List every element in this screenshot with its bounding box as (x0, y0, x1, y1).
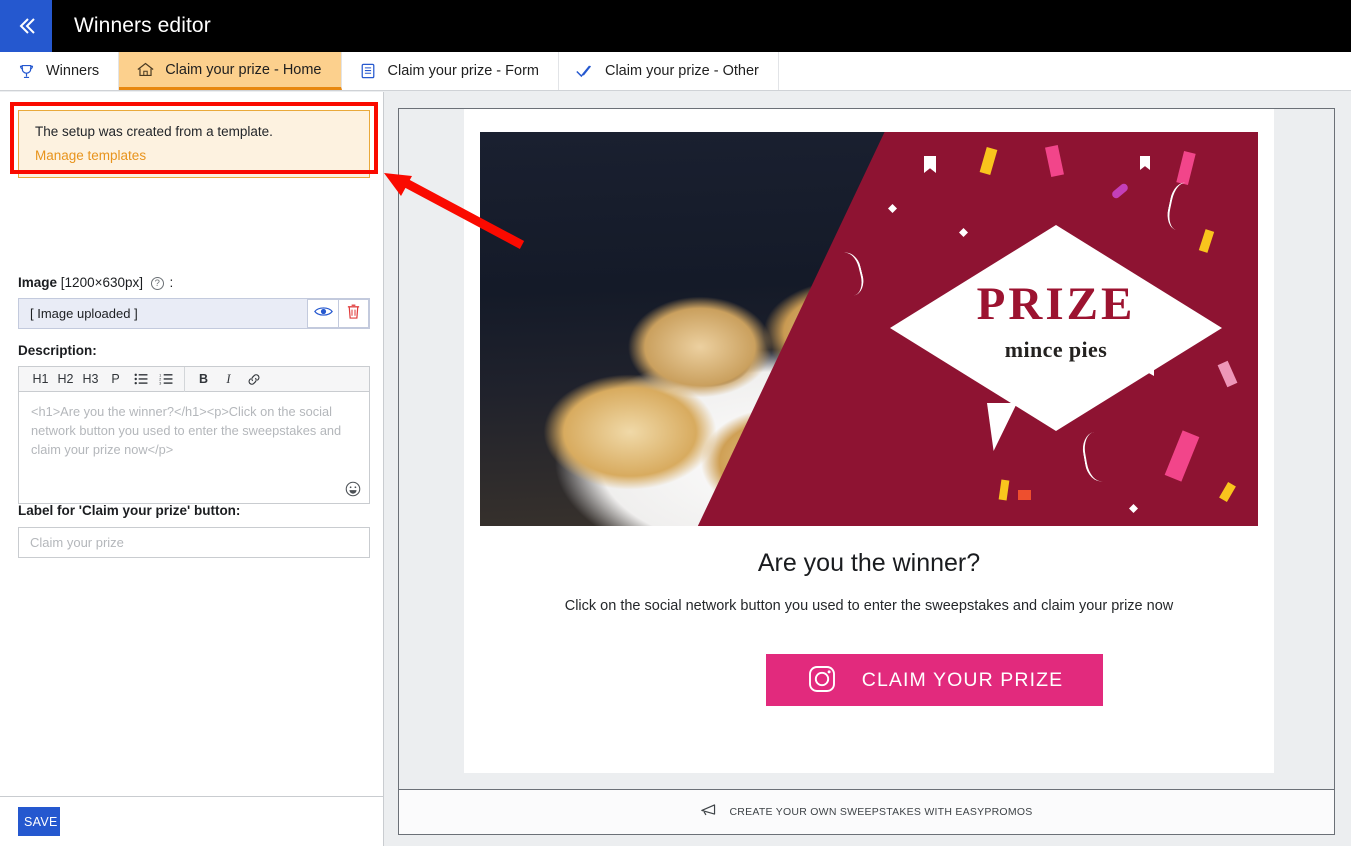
confetti-piece (1176, 151, 1196, 185)
prize-subtitle: mince pies (1004, 337, 1108, 362)
template-notice-text: The setup was created from a template. (35, 124, 273, 139)
tab-bar: Winners Claim your prize - Home Claim yo… (0, 52, 1351, 91)
description-editor: H1 H2 H3 P 1 2 3 B I <h1>Are you the win… (18, 366, 370, 504)
instagram-icon (806, 663, 838, 698)
description-label: Description: (18, 343, 97, 358)
format-bold-button[interactable]: B (191, 367, 216, 392)
footer-text: CREATE YOUR OWN SWEEPSTAKES WITH EASYPRO… (729, 806, 1033, 818)
tab-claim-your-prize-home[interactable]: Claim your prize - Home (119, 52, 342, 90)
image-dimensions: [1200×630px] (60, 275, 143, 290)
prize-diamond-badge: PRIZE mince pies (890, 225, 1222, 451)
manage-templates-link[interactable]: Manage templates (35, 148, 353, 163)
confetti-piece (1129, 504, 1138, 513)
double-check-icon (575, 63, 595, 80)
preview-page-card: PRIZE mince pies Are you the winner? Cli… (464, 109, 1274, 773)
format-italic-button[interactable]: I (216, 367, 241, 392)
confetti-piece (998, 479, 1010, 501)
confetti-piece (1164, 430, 1200, 482)
hero-image: PRIZE mince pies (480, 132, 1258, 526)
clipboard-icon (358, 62, 378, 80)
numbered-list-icon[interactable]: 1 2 3 (153, 367, 178, 392)
question-mark-icon[interactable]: ? (150, 277, 164, 290)
toolbar-divider (184, 366, 185, 392)
tab-claim-your-prize-other[interactable]: Claim your prize - Other (558, 52, 779, 90)
description-field-group: Description: H1 H2 H3 P 1 2 3 B I <h1>Ar… (18, 343, 370, 504)
top-bar: Winners editor (0, 0, 1351, 52)
image-delete-button[interactable] (338, 299, 369, 328)
confetti-piece (1045, 144, 1064, 178)
format-h2-button[interactable]: H2 (53, 367, 78, 392)
svg-text:3: 3 (159, 381, 161, 385)
save-bar: SAVE (0, 796, 383, 846)
double-chevron-left-icon (12, 12, 40, 40)
image-field-group: Image [1200×630px] ? : [ Image uploaded … (18, 275, 370, 329)
bullet-list-icon[interactable] (128, 367, 153, 392)
format-paragraph-button[interactable]: P (103, 367, 128, 392)
trash-icon (346, 303, 361, 325)
confetti-piece (1110, 182, 1130, 200)
megaphone-icon (700, 803, 720, 821)
tab-label: Claim your prize - Home (165, 61, 322, 78)
image-label-text: Image (18, 275, 58, 290)
confetti-piece (1140, 156, 1150, 170)
tab-label: Winners (46, 63, 100, 79)
confetti-swirl (833, 249, 867, 299)
page-title: Winners editor (74, 14, 211, 37)
diamond-tail (987, 403, 1017, 451)
prize-word: PRIZE (976, 278, 1136, 330)
template-notice: The setup was created from a template. M… (18, 110, 370, 178)
confetti-swirl (1079, 430, 1113, 484)
confetti-piece (888, 204, 897, 213)
claim-button-label: CLAIM YOUR PRIZE (861, 668, 1064, 691)
button-label-label: Label for 'Claim your prize' button: (18, 503, 241, 518)
confetti-swirl (1164, 180, 1194, 232)
confetti-piece (924, 156, 936, 173)
tab-label: Claim your prize - Form (387, 63, 539, 79)
smiley-icon[interactable] (343, 479, 363, 499)
confetti-piece (1219, 481, 1236, 503)
tab-label: Claim your prize - Other (604, 63, 759, 79)
home-icon (135, 61, 155, 78)
format-h1-button[interactable]: H1 (28, 367, 53, 392)
image-uploaded-row: [ Image uploaded ] (18, 298, 370, 329)
image-field-label: Image [1200×630px] ? : (18, 275, 370, 290)
description-placeholder: <h1>Are you the winner?</h1><p>Click on … (31, 404, 342, 457)
confetti-piece (1018, 490, 1031, 500)
eye-icon (313, 305, 333, 323)
trophy-icon (16, 63, 36, 80)
preview-pane: PRIZE mince pies Are you the winner? Cli… (398, 108, 1335, 835)
image-label-colon: : (169, 275, 174, 290)
tab-winners[interactable]: Winners (0, 52, 120, 90)
save-button[interactable]: SAVE (18, 807, 60, 836)
button-label-field-group: Label for 'Claim your prize' button: (18, 503, 370, 558)
claim-your-prize-button[interactable]: CLAIM YOUR PRIZE (766, 654, 1103, 706)
image-uploaded-value: [ Image uploaded ] (30, 306, 138, 321)
settings-scroll-area: The setup was created from a template. M… (0, 92, 384, 796)
preview-title: Are you the winner? (757, 549, 981, 577)
collapse-sidebar-button[interactable] (0, 0, 52, 52)
confetti-piece (979, 146, 998, 176)
link-icon[interactable] (241, 367, 266, 392)
preview-subtitle: Click on the social network button you u… (564, 598, 1174, 614)
description-toolbar: H1 H2 H3 P 1 2 3 B I (19, 366, 369, 392)
format-h3-button[interactable]: H3 (78, 367, 103, 392)
image-preview-button[interactable] (307, 299, 338, 328)
tab-claim-your-prize-form[interactable]: Claim your prize - Form (341, 52, 559, 90)
claim-button-label-input[interactable] (18, 527, 370, 558)
preview-footer: CREATE YOUR OWN SWEEPSTAKES WITH EASYPRO… (399, 789, 1334, 834)
description-textarea[interactable]: <h1>Are you the winner?</h1><p>Click on … (19, 392, 369, 503)
settings-panel: The setup was created from a template. M… (0, 92, 384, 846)
